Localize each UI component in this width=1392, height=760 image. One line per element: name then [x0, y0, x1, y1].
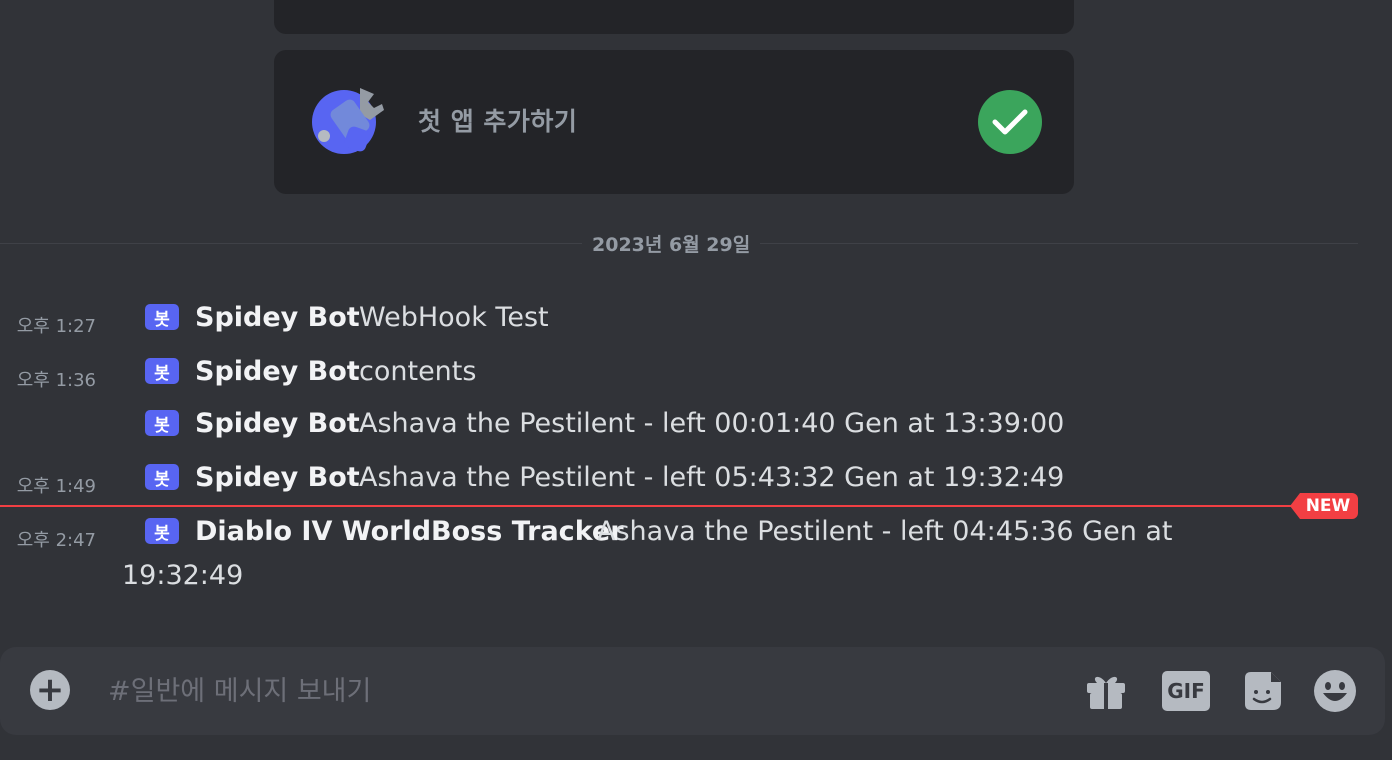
message-author[interactable]: Spidey Bot	[195, 356, 360, 387]
message-input[interactable]	[106, 667, 1010, 715]
sticker-icon[interactable]	[1240, 669, 1284, 713]
gif-label: GIF	[1162, 671, 1210, 711]
message-content: Ashava the Pestilent - left 04:45:36 Gen…	[597, 516, 1173, 547]
message-content: contents	[359, 356, 477, 387]
message-composer: + GIF	[0, 647, 1385, 735]
bot-badge: 봇	[145, 304, 179, 330]
message-timestamp: 오후 1:27	[16, 316, 96, 337]
message-author[interactable]: Spidey Bot	[195, 302, 360, 333]
message-content-continued: 19:32:49	[122, 560, 244, 591]
add-app-icon	[310, 80, 386, 160]
message-timestamp: 오후 1:36	[16, 370, 96, 391]
previous-onboarding-card	[274, 0, 1074, 34]
message-timestamp: 오후 1:49	[16, 476, 96, 497]
date-divider-label: 2023년 6월 29일	[582, 230, 761, 257]
bot-badge: 봇	[145, 518, 179, 544]
onboarding-card-add-app[interactable]: 첫 앱 추가하기	[274, 50, 1074, 194]
checkmark-icon	[978, 90, 1042, 154]
message-timestamp: 오후 2:47	[16, 530, 96, 551]
message-content: WebHook Test	[359, 302, 549, 333]
gift-icon[interactable]	[1084, 669, 1128, 713]
message-row[interactable]: 오후 2:47 봇 Diablo IV WorldBoss Tracker As…	[0, 516, 1358, 596]
message-author[interactable]: Spidey Bot	[195, 462, 360, 493]
bot-badge: 봇	[145, 410, 179, 436]
message-content: Ashava the Pestilent - left 05:43:32 Gen…	[359, 462, 1065, 493]
bot-badge: 봇	[145, 464, 179, 490]
onboarding-task-label: 첫 앱 추가하기	[418, 107, 578, 136]
new-messages-divider	[0, 505, 1300, 507]
message-row[interactable]: 봇 Spidey Bot Ashava the Pestilent - left…	[0, 408, 1358, 448]
message-author[interactable]: Spidey Bot	[195, 408, 360, 439]
message-content: Ashava the Pestilent - left 00:01:40 Gen…	[359, 408, 1065, 439]
message-row[interactable]: 오후 1:27 봇 Spidey Bot WebHook Test	[0, 302, 1358, 342]
message-author[interactable]: Diablo IV WorldBoss Tracker	[195, 516, 624, 547]
bot-badge: 봇	[145, 358, 179, 384]
message-row[interactable]: 오후 1:49 봇 Spidey Bot Ashava the Pestilen…	[0, 462, 1358, 502]
message-row[interactable]: 오후 1:36 봇 Spidey Bot contents	[0, 356, 1358, 396]
emoji-icon[interactable]	[1313, 669, 1357, 713]
plus-icon[interactable]: +	[30, 670, 70, 710]
gif-icon[interactable]: GIF	[1162, 669, 1210, 713]
